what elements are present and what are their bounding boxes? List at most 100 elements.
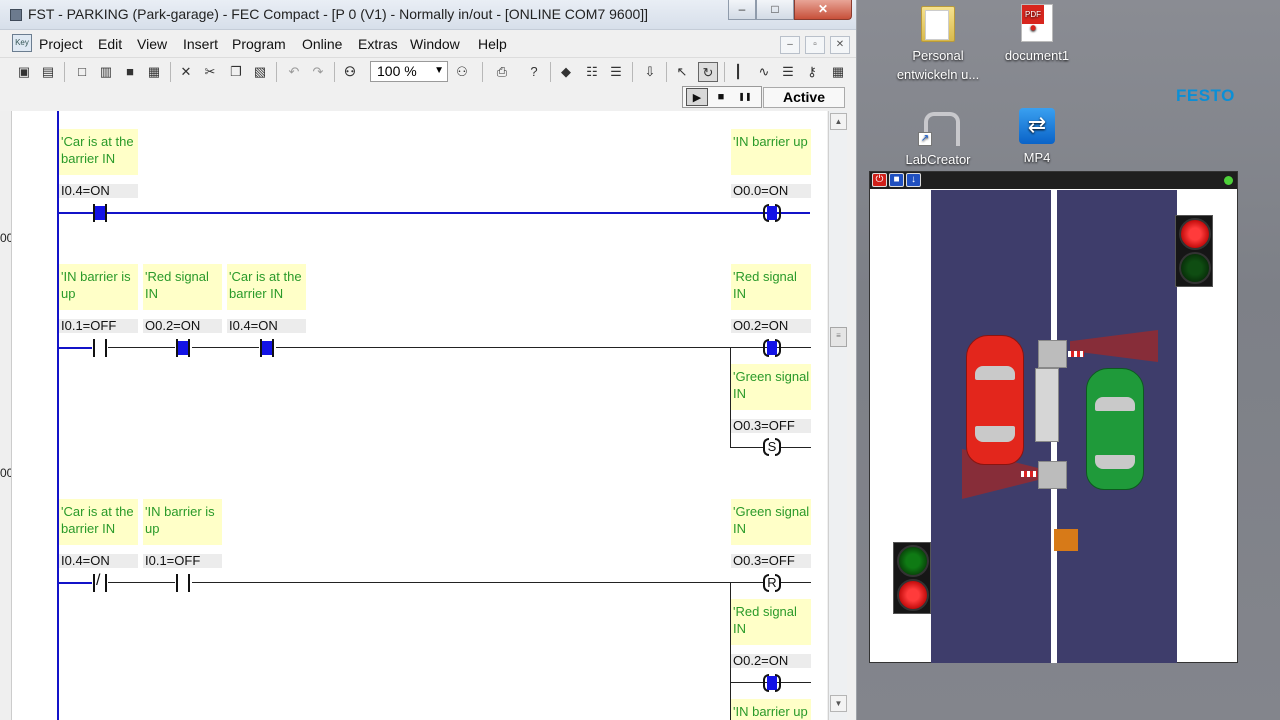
menu-help[interactable]: Help bbox=[478, 36, 507, 52]
print-icon[interactable]: ⎙ bbox=[492, 62, 512, 82]
rung-wire bbox=[58, 582, 92, 584]
power-icon[interactable]: ⏻ bbox=[872, 173, 887, 187]
project-icon[interactable]: ▣ bbox=[14, 62, 34, 82]
menu-project[interactable]: Project bbox=[39, 36, 83, 52]
simulation-window: ⏻ ■ ↓ bbox=[869, 171, 1238, 663]
open-icon[interactable]: ▥ bbox=[96, 62, 116, 82]
new-icon[interactable]: □ bbox=[72, 62, 92, 82]
menu-program[interactable]: Program bbox=[232, 36, 286, 52]
rung-wire bbox=[58, 212, 810, 214]
menu-edit[interactable]: Edit bbox=[98, 36, 122, 52]
coil[interactable] bbox=[763, 339, 781, 357]
paste-icon[interactable]: ▧ bbox=[250, 62, 270, 82]
chart-icon[interactable]: ∿ bbox=[754, 62, 774, 82]
contact-nc[interactable]: / bbox=[91, 572, 109, 592]
desktop-icon-label: Personal entwickeln u... bbox=[896, 48, 980, 82]
scroll-down-icon[interactable]: ▼ bbox=[830, 695, 847, 712]
contact-comment: 'Car is at the barrier IN bbox=[227, 264, 306, 310]
key-icon[interactable]: ⚷ bbox=[802, 62, 822, 82]
contact-no[interactable] bbox=[91, 339, 109, 357]
undo-icon[interactable]: ↶ bbox=[284, 62, 304, 82]
scroll-thumb[interactable]: ≡ bbox=[830, 327, 847, 347]
contact-comment: 'Car is at the barrier IN bbox=[59, 129, 138, 175]
contact-comment: 'IN barrier is up bbox=[59, 264, 138, 310]
rung-wire bbox=[58, 347, 92, 349]
ladder-editor[interactable]: 'Car is at the barrier IN I0.4=ON 'IN ba… bbox=[11, 111, 827, 720]
io-icon[interactable]: ┃ bbox=[728, 62, 748, 82]
menu-insert[interactable]: Insert bbox=[183, 36, 218, 52]
pointer-icon[interactable]: ↖ bbox=[672, 62, 692, 82]
coil-comment: 'Red signal IN bbox=[731, 599, 811, 645]
menu-online[interactable]: Online bbox=[302, 36, 342, 52]
coil-comment: 'IN barrier up bbox=[731, 699, 811, 720]
menu-window[interactable]: Window bbox=[410, 36, 460, 52]
zoom-icon[interactable]: ⚇ bbox=[452, 62, 472, 82]
barrier-post-upper bbox=[1038, 340, 1067, 368]
desktop-icon-document1[interactable]: PDF • document1 bbox=[989, 4, 1085, 65]
download-icon[interactable]: ⇩ bbox=[640, 62, 660, 82]
simulation-toolbar: ⏻ ■ ↓ bbox=[870, 172, 1237, 189]
contact-no[interactable] bbox=[174, 339, 192, 357]
open-project-icon[interactable]: ▤ bbox=[38, 62, 58, 82]
connection-led bbox=[1224, 176, 1233, 185]
table-view-icon[interactable]: ▦ bbox=[828, 62, 848, 82]
copy-icon[interactable]: ❐ bbox=[226, 62, 246, 82]
stop-icon[interactable]: ■ bbox=[889, 173, 904, 187]
scroll-up-icon[interactable]: ▲ bbox=[830, 113, 847, 130]
folder-icon bbox=[921, 6, 955, 42]
list-icon[interactable]: ☰ bbox=[778, 62, 798, 82]
run-controls: ▶ ■ ❚❚ bbox=[682, 86, 762, 108]
desktop-icon-personal[interactable]: Personal entwickeln u... bbox=[890, 6, 986, 84]
delete-icon[interactable]: ✕ bbox=[176, 62, 196, 82]
window-title: FST - PARKING (Park-garage) - FEC Compac… bbox=[28, 6, 649, 22]
help-icon[interactable]: ? bbox=[524, 62, 544, 82]
contact-address: I0.4=ON bbox=[61, 553, 110, 568]
contact-address: I0.4=ON bbox=[229, 318, 278, 333]
labcreator-icon: ↗ bbox=[918, 108, 960, 146]
mdi-restore-button[interactable]: ▫ bbox=[805, 36, 825, 54]
desktop-icon-labcreator[interactable]: ↗ LabCreator bbox=[890, 108, 986, 169]
rung-wire bbox=[108, 347, 175, 348]
save-icon[interactable]: ■ bbox=[120, 62, 140, 82]
set-coil[interactable]: S bbox=[763, 438, 781, 456]
compile-icon[interactable]: ◆ bbox=[556, 62, 576, 82]
position-sensor bbox=[1054, 529, 1078, 551]
coil-comment: 'Green signal IN bbox=[731, 364, 811, 410]
reset-coil[interactable]: R bbox=[763, 574, 781, 592]
redo-icon[interactable]: ↷ bbox=[308, 62, 328, 82]
close-button[interactable]: ✕ bbox=[794, 0, 852, 20]
run-button[interactable]: ▶ bbox=[686, 88, 708, 106]
mdi-minimize-button[interactable]: – bbox=[780, 36, 800, 54]
desktop-icon-mp4[interactable]: ⇄ MP4 bbox=[989, 108, 1085, 167]
pdf-icon: PDF • bbox=[1021, 4, 1053, 42]
title-bar: FST - PARKING (Park-garage) - FEC Compac… bbox=[0, 0, 856, 30]
barrier-arm bbox=[1035, 368, 1059, 442]
stop-button[interactable]: ■ bbox=[710, 88, 732, 106]
coil[interactable] bbox=[763, 674, 781, 692]
coil[interactable] bbox=[763, 204, 781, 222]
save-all-icon[interactable]: ▦ bbox=[144, 62, 164, 82]
find-icon[interactable]: ⚇ bbox=[340, 62, 360, 82]
vertical-scrollbar[interactable]: ▲ ≡ ▼ bbox=[828, 111, 847, 720]
contact-address: I0.1=OFF bbox=[145, 553, 201, 568]
menu-extras[interactable]: Extras bbox=[358, 36, 398, 52]
grid-icon[interactable]: ☷ bbox=[582, 62, 602, 82]
menu-view[interactable]: View bbox=[137, 36, 167, 52]
contact-no[interactable] bbox=[258, 339, 276, 357]
contact-comment: 'Red signal IN bbox=[143, 264, 222, 310]
download-icon[interactable]: ↓ bbox=[906, 173, 921, 187]
rung-wire bbox=[192, 347, 259, 348]
monitor-icon[interactable]: ↻ bbox=[698, 62, 718, 82]
document-icon[interactable]: Key bbox=[12, 34, 32, 52]
zoom-select[interactable]: 100 % ▼ bbox=[370, 61, 448, 82]
contact-address: O0.2=ON bbox=[145, 318, 201, 333]
contact-no[interactable] bbox=[174, 574, 192, 592]
pause-button[interactable]: ❚❚ bbox=[734, 88, 756, 106]
minimize-button[interactable]: – bbox=[728, 0, 756, 20]
maximize-button[interactable]: □ bbox=[756, 0, 794, 20]
online-status-bar: ▶ ■ ❚❚ Active bbox=[0, 85, 856, 111]
contact-no[interactable] bbox=[91, 204, 109, 222]
cut-icon[interactable]: ✂ bbox=[200, 62, 220, 82]
mdi-close-button[interactable]: ✕ bbox=[830, 36, 850, 54]
table-icon[interactable]: ☰ bbox=[606, 62, 626, 82]
